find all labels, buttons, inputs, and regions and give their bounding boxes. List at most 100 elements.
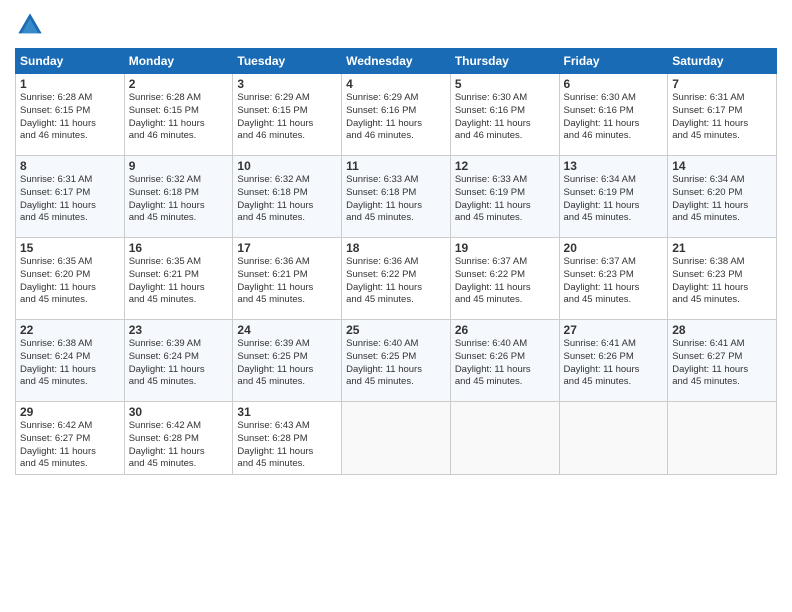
col-header-friday: Friday bbox=[559, 49, 668, 74]
calendar-week-row: 22Sunrise: 6:38 AMSunset: 6:24 PMDayligh… bbox=[16, 320, 777, 402]
day-number: 30 bbox=[129, 405, 229, 419]
day-info: Sunrise: 6:31 AMSunset: 6:17 PMDaylight:… bbox=[672, 92, 772, 143]
day-info: Sunrise: 6:35 AMSunset: 6:21 PMDaylight:… bbox=[129, 256, 229, 307]
day-number: 6 bbox=[564, 77, 664, 91]
calendar-cell: 29Sunrise: 6:42 AMSunset: 6:27 PMDayligh… bbox=[16, 402, 125, 475]
day-number: 14 bbox=[672, 159, 772, 173]
calendar-week-row: 15Sunrise: 6:35 AMSunset: 6:20 PMDayligh… bbox=[16, 238, 777, 320]
calendar-cell: 25Sunrise: 6:40 AMSunset: 6:25 PMDayligh… bbox=[342, 320, 451, 402]
day-info: Sunrise: 6:41 AMSunset: 6:27 PMDaylight:… bbox=[672, 338, 772, 389]
day-info: Sunrise: 6:33 AMSunset: 6:19 PMDaylight:… bbox=[455, 174, 555, 225]
calendar-cell bbox=[559, 402, 668, 475]
day-info: Sunrise: 6:37 AMSunset: 6:22 PMDaylight:… bbox=[455, 256, 555, 307]
day-number: 21 bbox=[672, 241, 772, 255]
header bbox=[15, 10, 777, 40]
day-number: 26 bbox=[455, 323, 555, 337]
calendar-week-row: 1Sunrise: 6:28 AMSunset: 6:15 PMDaylight… bbox=[16, 74, 777, 156]
col-header-monday: Monday bbox=[124, 49, 233, 74]
day-number: 15 bbox=[20, 241, 120, 255]
calendar-cell: 24Sunrise: 6:39 AMSunset: 6:25 PMDayligh… bbox=[233, 320, 342, 402]
day-info: Sunrise: 6:43 AMSunset: 6:28 PMDaylight:… bbox=[237, 420, 337, 471]
calendar-header-row: SundayMondayTuesdayWednesdayThursdayFrid… bbox=[16, 49, 777, 74]
day-number: 20 bbox=[564, 241, 664, 255]
day-number: 22 bbox=[20, 323, 120, 337]
col-header-thursday: Thursday bbox=[450, 49, 559, 74]
day-info: Sunrise: 6:38 AMSunset: 6:23 PMDaylight:… bbox=[672, 256, 772, 307]
day-number: 7 bbox=[672, 77, 772, 91]
day-info: Sunrise: 6:37 AMSunset: 6:23 PMDaylight:… bbox=[564, 256, 664, 307]
day-number: 25 bbox=[346, 323, 446, 337]
logo bbox=[15, 10, 49, 40]
day-number: 23 bbox=[129, 323, 229, 337]
day-number: 29 bbox=[20, 405, 120, 419]
page: SundayMondayTuesdayWednesdayThursdayFrid… bbox=[0, 0, 792, 612]
col-header-wednesday: Wednesday bbox=[342, 49, 451, 74]
calendar-cell: 2Sunrise: 6:28 AMSunset: 6:15 PMDaylight… bbox=[124, 74, 233, 156]
day-info: Sunrise: 6:29 AMSunset: 6:15 PMDaylight:… bbox=[237, 92, 337, 143]
calendar-week-row: 8Sunrise: 6:31 AMSunset: 6:17 PMDaylight… bbox=[16, 156, 777, 238]
day-number: 16 bbox=[129, 241, 229, 255]
calendar-cell: 30Sunrise: 6:42 AMSunset: 6:28 PMDayligh… bbox=[124, 402, 233, 475]
day-number: 24 bbox=[237, 323, 337, 337]
day-info: Sunrise: 6:40 AMSunset: 6:26 PMDaylight:… bbox=[455, 338, 555, 389]
calendar-cell: 21Sunrise: 6:38 AMSunset: 6:23 PMDayligh… bbox=[668, 238, 777, 320]
calendar-table: SundayMondayTuesdayWednesdayThursdayFrid… bbox=[15, 48, 777, 475]
day-number: 31 bbox=[237, 405, 337, 419]
day-number: 13 bbox=[564, 159, 664, 173]
day-number: 17 bbox=[237, 241, 337, 255]
col-header-saturday: Saturday bbox=[668, 49, 777, 74]
day-info: Sunrise: 6:36 AMSunset: 6:21 PMDaylight:… bbox=[237, 256, 337, 307]
calendar-cell: 31Sunrise: 6:43 AMSunset: 6:28 PMDayligh… bbox=[233, 402, 342, 475]
day-info: Sunrise: 6:39 AMSunset: 6:25 PMDaylight:… bbox=[237, 338, 337, 389]
day-info: Sunrise: 6:41 AMSunset: 6:26 PMDaylight:… bbox=[564, 338, 664, 389]
day-info: Sunrise: 6:42 AMSunset: 6:27 PMDaylight:… bbox=[20, 420, 120, 471]
day-number: 2 bbox=[129, 77, 229, 91]
day-info: Sunrise: 6:34 AMSunset: 6:20 PMDaylight:… bbox=[672, 174, 772, 225]
calendar-cell: 5Sunrise: 6:30 AMSunset: 6:16 PMDaylight… bbox=[450, 74, 559, 156]
calendar-cell: 16Sunrise: 6:35 AMSunset: 6:21 PMDayligh… bbox=[124, 238, 233, 320]
day-number: 19 bbox=[455, 241, 555, 255]
day-number: 11 bbox=[346, 159, 446, 173]
calendar-cell: 8Sunrise: 6:31 AMSunset: 6:17 PMDaylight… bbox=[16, 156, 125, 238]
day-number: 10 bbox=[237, 159, 337, 173]
day-number: 28 bbox=[672, 323, 772, 337]
calendar-cell: 12Sunrise: 6:33 AMSunset: 6:19 PMDayligh… bbox=[450, 156, 559, 238]
calendar-cell: 27Sunrise: 6:41 AMSunset: 6:26 PMDayligh… bbox=[559, 320, 668, 402]
day-info: Sunrise: 6:40 AMSunset: 6:25 PMDaylight:… bbox=[346, 338, 446, 389]
calendar-cell: 1Sunrise: 6:28 AMSunset: 6:15 PMDaylight… bbox=[16, 74, 125, 156]
day-number: 8 bbox=[20, 159, 120, 173]
day-number: 27 bbox=[564, 323, 664, 337]
day-number: 9 bbox=[129, 159, 229, 173]
day-info: Sunrise: 6:28 AMSunset: 6:15 PMDaylight:… bbox=[129, 92, 229, 143]
calendar-cell: 7Sunrise: 6:31 AMSunset: 6:17 PMDaylight… bbox=[668, 74, 777, 156]
calendar-cell: 15Sunrise: 6:35 AMSunset: 6:20 PMDayligh… bbox=[16, 238, 125, 320]
day-info: Sunrise: 6:29 AMSunset: 6:16 PMDaylight:… bbox=[346, 92, 446, 143]
calendar-cell: 19Sunrise: 6:37 AMSunset: 6:22 PMDayligh… bbox=[450, 238, 559, 320]
day-info: Sunrise: 6:34 AMSunset: 6:19 PMDaylight:… bbox=[564, 174, 664, 225]
day-number: 12 bbox=[455, 159, 555, 173]
day-info: Sunrise: 6:36 AMSunset: 6:22 PMDaylight:… bbox=[346, 256, 446, 307]
calendar-cell: 9Sunrise: 6:32 AMSunset: 6:18 PMDaylight… bbox=[124, 156, 233, 238]
day-info: Sunrise: 6:39 AMSunset: 6:24 PMDaylight:… bbox=[129, 338, 229, 389]
day-number: 18 bbox=[346, 241, 446, 255]
col-header-tuesday: Tuesday bbox=[233, 49, 342, 74]
day-info: Sunrise: 6:30 AMSunset: 6:16 PMDaylight:… bbox=[455, 92, 555, 143]
day-info: Sunrise: 6:31 AMSunset: 6:17 PMDaylight:… bbox=[20, 174, 120, 225]
calendar-cell: 6Sunrise: 6:30 AMSunset: 6:16 PMDaylight… bbox=[559, 74, 668, 156]
day-number: 4 bbox=[346, 77, 446, 91]
calendar-week-row: 29Sunrise: 6:42 AMSunset: 6:27 PMDayligh… bbox=[16, 402, 777, 475]
day-info: Sunrise: 6:35 AMSunset: 6:20 PMDaylight:… bbox=[20, 256, 120, 307]
day-number: 5 bbox=[455, 77, 555, 91]
calendar-cell: 10Sunrise: 6:32 AMSunset: 6:18 PMDayligh… bbox=[233, 156, 342, 238]
day-info: Sunrise: 6:30 AMSunset: 6:16 PMDaylight:… bbox=[564, 92, 664, 143]
calendar-cell: 23Sunrise: 6:39 AMSunset: 6:24 PMDayligh… bbox=[124, 320, 233, 402]
calendar-cell: 4Sunrise: 6:29 AMSunset: 6:16 PMDaylight… bbox=[342, 74, 451, 156]
col-header-sunday: Sunday bbox=[16, 49, 125, 74]
calendar-cell: 11Sunrise: 6:33 AMSunset: 6:18 PMDayligh… bbox=[342, 156, 451, 238]
day-info: Sunrise: 6:38 AMSunset: 6:24 PMDaylight:… bbox=[20, 338, 120, 389]
calendar-cell: 22Sunrise: 6:38 AMSunset: 6:24 PMDayligh… bbox=[16, 320, 125, 402]
calendar-cell: 14Sunrise: 6:34 AMSunset: 6:20 PMDayligh… bbox=[668, 156, 777, 238]
day-info: Sunrise: 6:28 AMSunset: 6:15 PMDaylight:… bbox=[20, 92, 120, 143]
calendar-cell bbox=[668, 402, 777, 475]
day-info: Sunrise: 6:33 AMSunset: 6:18 PMDaylight:… bbox=[346, 174, 446, 225]
